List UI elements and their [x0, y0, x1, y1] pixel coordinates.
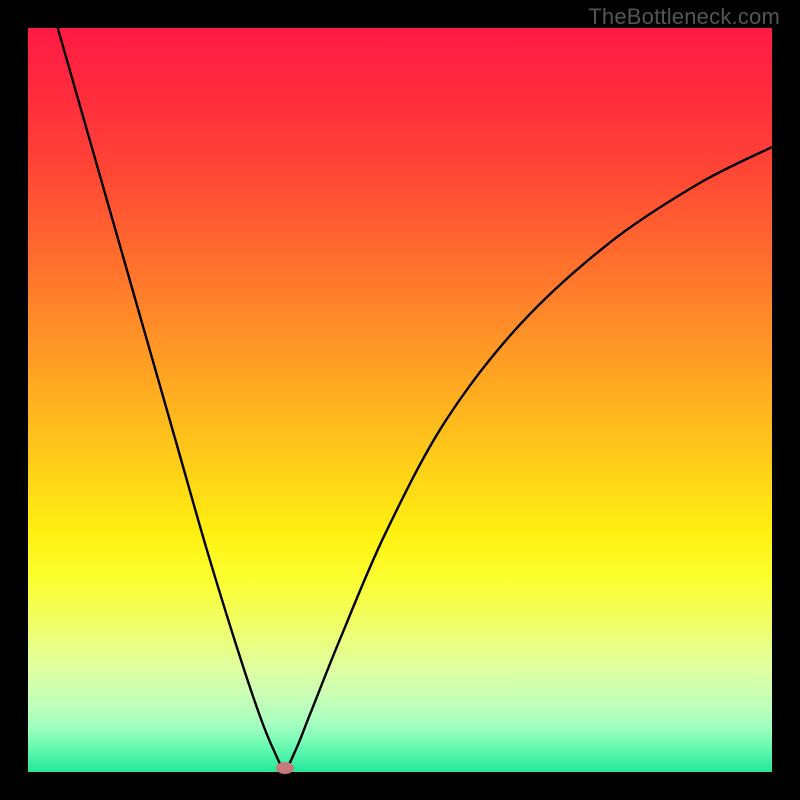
optimal-point-marker — [276, 762, 294, 774]
watermark-text: TheBottleneck.com — [588, 4, 780, 30]
chart-plot-area — [28, 28, 772, 772]
bottleneck-curve — [28, 28, 772, 772]
